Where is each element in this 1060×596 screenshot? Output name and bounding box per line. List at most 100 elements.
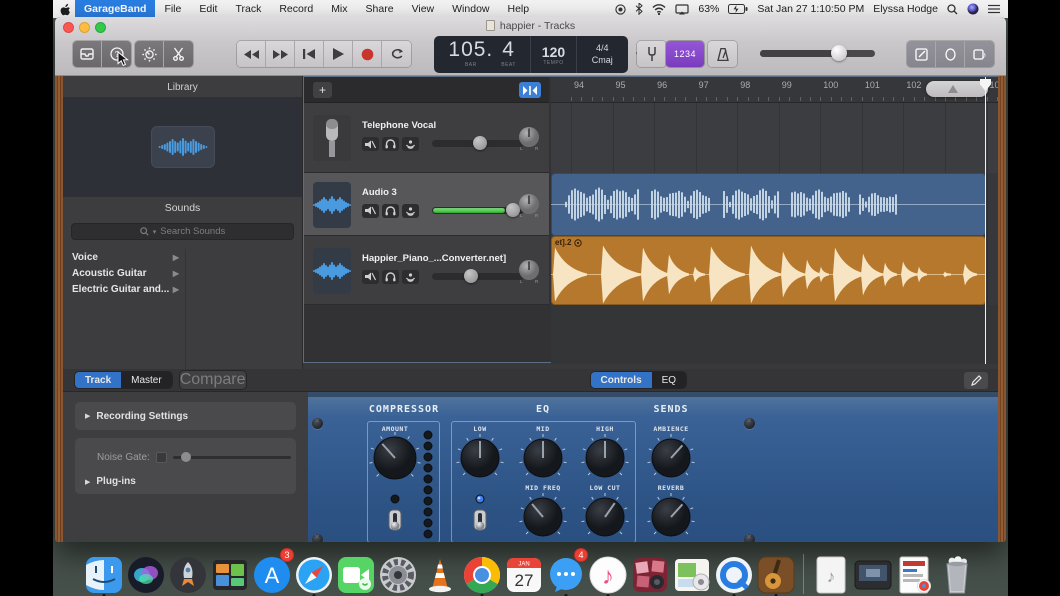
volume-handle[interactable]	[464, 269, 478, 283]
add-track-button[interactable]: +	[313, 82, 332, 98]
library-item-3[interactable]: Electric Guitar and...▶	[63, 281, 185, 297]
eq-mid-freq-knob[interactable]	[518, 492, 568, 542]
menu-item-window[interactable]: Window	[443, 0, 498, 18]
stop-to-beginning-button[interactable]	[295, 41, 324, 67]
disclosure-triangle-icon[interactable]: ▶	[85, 412, 90, 420]
dock-icon-itunes[interactable]: ♪	[588, 552, 628, 594]
tab-compare[interactable]: Compare	[180, 371, 246, 389]
solo-button[interactable]	[382, 204, 399, 218]
volume-handle[interactable]	[473, 136, 487, 150]
dock-icon-file-screenshot[interactable]	[853, 552, 893, 594]
eq-switch[interactable]	[472, 508, 488, 539]
tab-eq[interactable]: EQ	[652, 372, 686, 388]
solo-button[interactable]	[382, 270, 399, 284]
track-volume-slider[interactable]	[432, 140, 524, 147]
compressor-switch[interactable]	[387, 508, 403, 539]
smart-controls-button[interactable]	[135, 41, 164, 67]
library-item-1[interactable]: Voice▶	[63, 249, 185, 265]
dock-icon-chrome[interactable]	[462, 552, 502, 594]
dock-icon-app-store[interactable]: A3	[252, 552, 292, 594]
menu-item-help[interactable]: Help	[499, 0, 539, 18]
dock-icon-siri[interactable]	[126, 552, 166, 594]
eq-low-cut-knob[interactable]	[580, 492, 630, 542]
dock-icon-calendar[interactable]: JAN27	[504, 552, 544, 594]
eq-high-knob[interactable]	[580, 433, 630, 488]
loop-browser-button[interactable]	[936, 41, 965, 67]
pan-knob[interactable]: LR	[516, 258, 542, 289]
input-monitoring-button[interactable]	[402, 270, 419, 284]
reverb-knob[interactable]	[646, 492, 696, 542]
dock-icon-safari[interactable]	[294, 552, 334, 594]
editors-button[interactable]	[164, 41, 193, 67]
tuner-button[interactable]	[637, 41, 666, 67]
track-volume-slider[interactable]	[432, 273, 524, 280]
dock-icon-finder[interactable]	[84, 552, 124, 594]
menu-item-edit[interactable]: Edit	[190, 0, 226, 18]
fast-user-switch[interactable]: Elyssa Hodge	[873, 3, 938, 15]
eq-low-knob[interactable]	[455, 433, 505, 488]
mute-button[interactable]	[362, 204, 379, 218]
screen-recording-icon[interactable]	[615, 4, 626, 15]
menu-item-view[interactable]: View	[403, 0, 444, 18]
edit-pencil-button[interactable]	[964, 372, 988, 389]
notification-center-icon[interactable]	[988, 4, 1000, 14]
dock-icon-file-web[interactable]	[895, 552, 935, 594]
menu-item-record[interactable]: Record	[270, 0, 322, 18]
bluetooth-icon[interactable]	[635, 3, 643, 15]
mute-button[interactable]	[362, 137, 379, 151]
dock-icon-photo-booth[interactable]	[630, 552, 670, 594]
dock-icon-garageband[interactable]	[756, 552, 796, 594]
track-header-2[interactable]: Audio 3LR	[304, 173, 549, 236]
tab-master[interactable]: Master	[121, 372, 172, 388]
zoom-slider[interactable]	[926, 81, 988, 97]
dock-icon-mission-control[interactable]	[210, 552, 250, 594]
count-in-button[interactable]: 1234	[666, 41, 704, 67]
dock-icon-facetime[interactable]	[336, 552, 376, 594]
metronome-button[interactable]	[708, 41, 737, 67]
wifi-icon[interactable]	[652, 4, 666, 15]
menu-item-track[interactable]: Track	[226, 0, 270, 18]
mute-button[interactable]	[362, 270, 379, 284]
spotlight-search-icon[interactable]	[947, 4, 958, 15]
play-button[interactable]	[324, 41, 353, 67]
dock-icon-photos[interactable]	[672, 552, 712, 594]
pan-knob[interactable]: LR	[516, 192, 542, 223]
zoom-slider-handle[interactable]	[948, 85, 958, 93]
lcd-display[interactable]: 105.BAR 4BEAT 120TEMPO 4/4Cmaj ▼	[434, 36, 628, 73]
search-sounds-field[interactable]: ▾ Search Sounds	[71, 223, 294, 240]
catch-playhead-button[interactable]	[519, 82, 541, 98]
volume-handle[interactable]	[831, 45, 847, 61]
menu-item-mix[interactable]: Mix	[322, 0, 356, 18]
noise-gate-checkbox[interactable]	[156, 452, 167, 463]
menu-clock[interactable]: Sat Jan 27 1:10:50 PM	[757, 3, 864, 15]
tab-track[interactable]: Track	[75, 372, 121, 388]
record-button[interactable]	[353, 41, 382, 67]
master-volume-slider[interactable]	[760, 50, 875, 57]
pan-knob[interactable]: LR	[516, 125, 542, 156]
dock-icon-system-preferences[interactable]	[378, 552, 418, 594]
recording-settings-group[interactable]: ▶Recording Settings	[75, 402, 296, 430]
note-pad-button[interactable]	[907, 41, 936, 67]
dock-icon-file-music[interactable]: ♪	[811, 552, 851, 594]
media-browser-button[interactable]: ♪	[965, 41, 994, 67]
noise-gate-slider[interactable]	[173, 456, 291, 459]
eq-mid-knob[interactable]	[518, 433, 568, 488]
tab-controls[interactable]: Controls	[591, 372, 652, 388]
apple-menu-icon[interactable]	[53, 3, 75, 16]
disclosure-triangle-icon[interactable]: ▶	[85, 478, 90, 486]
audio-region-vocal[interactable]	[551, 173, 986, 236]
forward-button[interactable]	[266, 41, 295, 67]
track-header-1[interactable]: Telephone VocalLR	[304, 103, 549, 173]
library-item-2[interactable]: Acoustic Guitar▶	[63, 265, 185, 281]
rewind-button[interactable]	[237, 41, 266, 67]
menu-item-garageband[interactable]: GarageBand	[75, 0, 155, 18]
track-header-3[interactable]: Happier_Piano_...Converter.net]LR	[304, 236, 549, 305]
track-volume-slider[interactable]	[432, 207, 524, 214]
cycle-button[interactable]	[382, 41, 411, 67]
amount-knob[interactable]	[368, 431, 422, 490]
menu-item-file[interactable]: File	[155, 0, 190, 18]
dock-icon-trash[interactable]	[937, 552, 977, 594]
menu-item-share[interactable]: Share	[357, 0, 403, 18]
dock-icon-messages[interactable]: 4	[546, 552, 586, 594]
audio-region-piano[interactable]: et].2	[551, 236, 986, 305]
